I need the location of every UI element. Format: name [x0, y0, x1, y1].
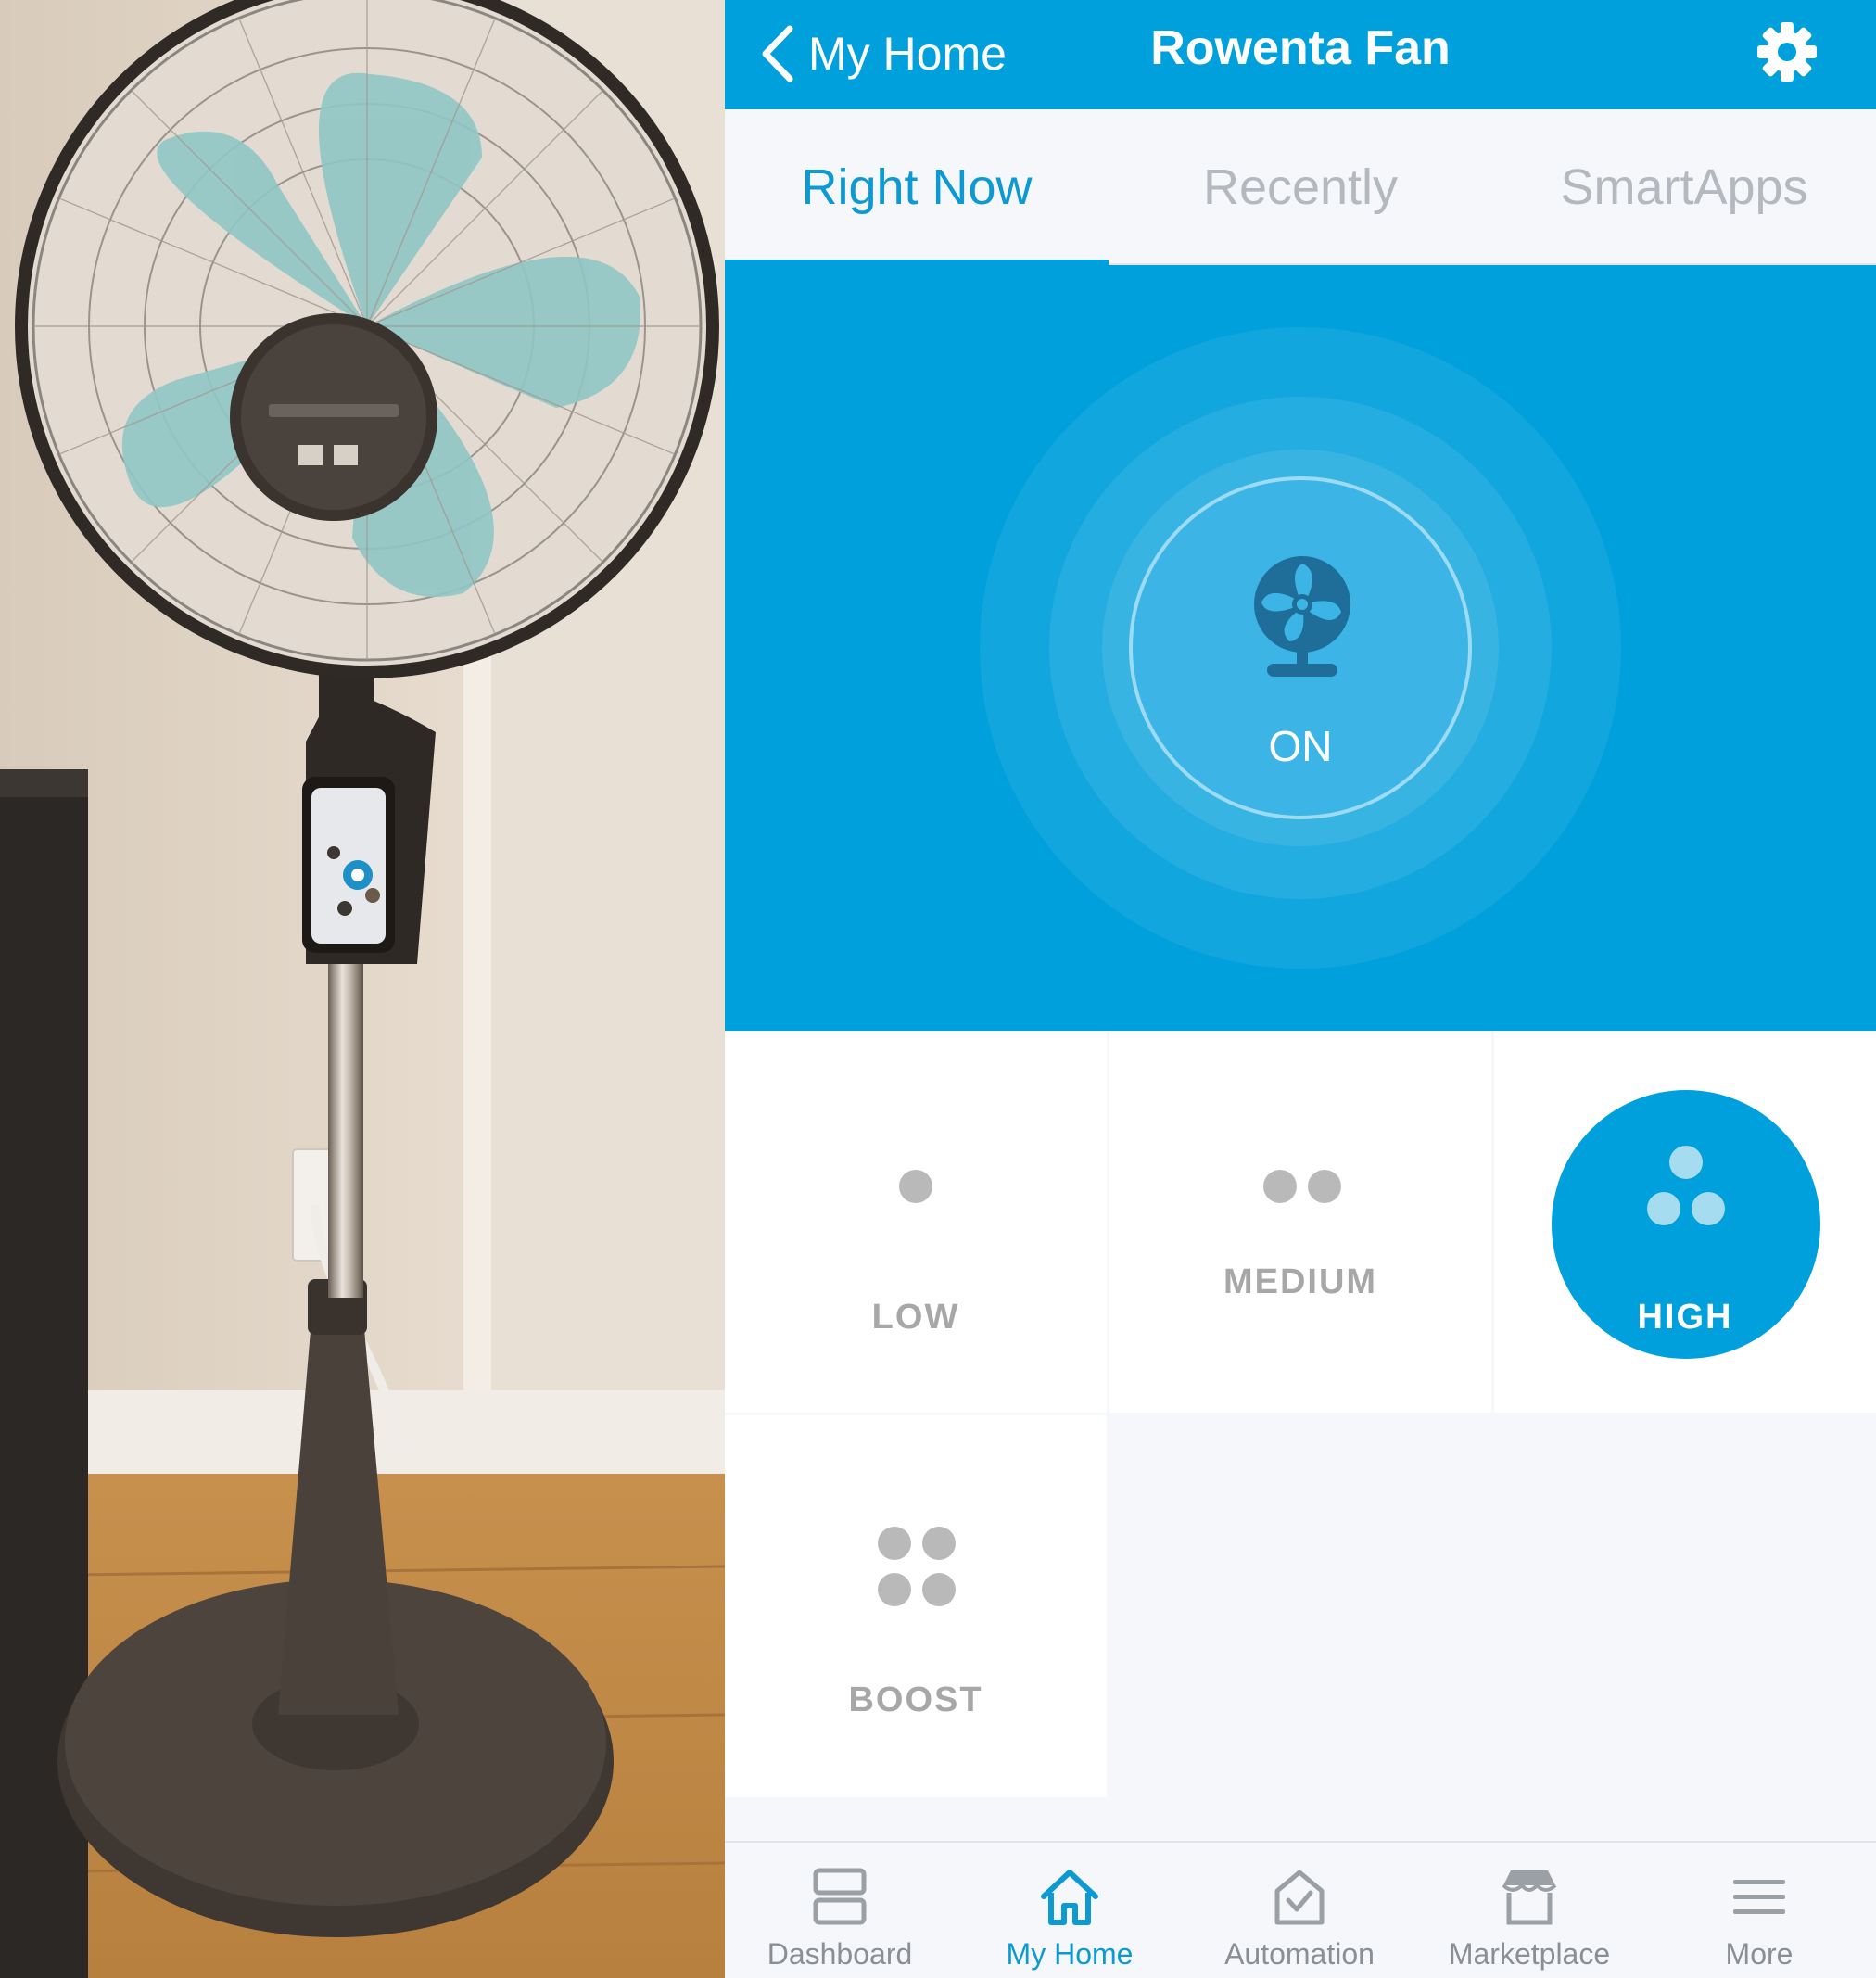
- bottom-navigation: Dashboard My Home Automation Marketplace: [725, 1841, 1876, 1978]
- speed-high-button[interactable]: HIGH: [1494, 1031, 1876, 1413]
- speed-dot: [1308, 1170, 1341, 1203]
- dashboard-icon: [813, 1868, 867, 1925]
- tab-recently[interactable]: Recently: [1109, 109, 1492, 265]
- speed-dot: [922, 1527, 956, 1560]
- speed-dot: [1669, 1146, 1703, 1179]
- speed-dot: [922, 1573, 956, 1606]
- speed-label: MEDIUM: [1223, 1262, 1378, 1301]
- nav-label: More: [1725, 1937, 1794, 1971]
- app-header: My Home Rowenta Fan: [725, 0, 1876, 109]
- fan-icon: [1254, 556, 1350, 677]
- nav-label: My Home: [1006, 1937, 1134, 1971]
- speed-label: BOOST: [848, 1680, 983, 1719]
- speed-dot: [878, 1573, 911, 1606]
- speed-low-button[interactable]: LOW: [725, 1031, 1107, 1413]
- power-state-label: ON: [1268, 722, 1333, 770]
- speed-dot: [1263, 1170, 1297, 1203]
- tab-smartapps[interactable]: SmartApps: [1492, 109, 1876, 265]
- power-toggle-button[interactable]: ON: [1129, 476, 1472, 819]
- marketplace-icon: [1502, 1870, 1557, 1925]
- automation-icon: [1274, 1870, 1325, 1925]
- nav-marketplace[interactable]: Marketplace: [1414, 1843, 1644, 1978]
- home-icon: [1041, 1870, 1098, 1925]
- device-status-panel: ON: [725, 265, 1876, 1031]
- settings-button[interactable]: [1754, 19, 1820, 85]
- gear-icon: [1757, 22, 1817, 82]
- fan-photo-illustration: [0, 0, 725, 1978]
- back-button[interactable]: My Home: [758, 17, 1007, 91]
- tab-bar: Right Now Recently SmartApps: [725, 109, 1876, 265]
- nav-automation[interactable]: Automation: [1185, 1843, 1414, 1978]
- nav-label: Automation: [1224, 1937, 1375, 1971]
- speed-selector: LOW MEDIUM HIGH BOOST: [725, 1031, 1876, 1800]
- speed-dot: [1647, 1192, 1680, 1225]
- speed-label: HIGH: [1637, 1298, 1733, 1337]
- speed-boost-button[interactable]: BOOST: [725, 1415, 1107, 1797]
- speed-label: LOW: [871, 1298, 960, 1337]
- speed-medium-button[interactable]: MEDIUM: [1109, 1031, 1491, 1413]
- nav-my-home[interactable]: My Home: [955, 1843, 1185, 1978]
- menu-icon: [1733, 1880, 1785, 1914]
- fan-photo: [0, 0, 725, 1978]
- nav-label: Dashboard: [767, 1937, 913, 1971]
- smartthings-app: My Home Rowenta Fan Right Now Recently S…: [725, 0, 1876, 1978]
- chevron-left-icon: [762, 25, 793, 82]
- tab-right-now[interactable]: Right Now: [725, 109, 1109, 265]
- speed-dot: [878, 1527, 911, 1560]
- nav-dashboard[interactable]: Dashboard: [725, 1843, 955, 1978]
- back-label: My Home: [808, 28, 1007, 80]
- nav-label: Marketplace: [1448, 1937, 1611, 1971]
- speed-dot: [899, 1170, 932, 1203]
- nav-more[interactable]: More: [1644, 1843, 1874, 1978]
- speed-dot: [1692, 1192, 1725, 1225]
